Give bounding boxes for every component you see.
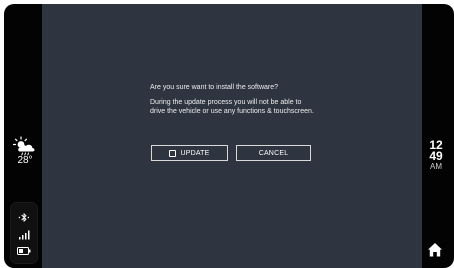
install-confirmation-dialog: Are you sure want to install the softwar… <box>150 83 330 116</box>
home-icon <box>428 243 442 257</box>
battery-status <box>11 247 37 255</box>
clock: 12 49 AM <box>418 139 454 172</box>
cancel-button-label: CANCEL <box>258 149 289 157</box>
right-status-rail: 12 49 AM <box>418 4 454 268</box>
update-button[interactable]: UPDATE <box>151 145 228 161</box>
bluetooth-status <box>11 212 37 223</box>
update-button-label: UPDATE <box>180 149 210 157</box>
device-bezel: 28° Are you sure want to install the sof… <box>4 4 454 268</box>
battery-icon <box>17 247 31 255</box>
bluetooth-icon <box>18 213 30 222</box>
checkbox-icon <box>169 149 177 157</box>
signal-status <box>11 230 37 240</box>
partly-cloudy-rain-icon <box>12 136 35 156</box>
clock-ampm: AM <box>430 162 442 171</box>
weather-widget[interactable]: 28° <box>10 136 40 166</box>
home-button[interactable] <box>426 241 444 259</box>
temperature-label: 28° <box>17 155 33 166</box>
dialog-question: Are you sure want to install the softwar… <box>150 84 279 91</box>
main-screen: Are you sure want to install the softwar… <box>42 4 422 268</box>
signal-bars-icon <box>19 230 30 240</box>
dialog-message: During the update process you will not b… <box>150 99 314 115</box>
cancel-button[interactable]: CANCEL <box>236 145 311 161</box>
clock-minute: 49 <box>429 149 443 163</box>
connectivity-status-panel <box>10 202 38 264</box>
left-status-rail: 28° <box>4 4 42 268</box>
